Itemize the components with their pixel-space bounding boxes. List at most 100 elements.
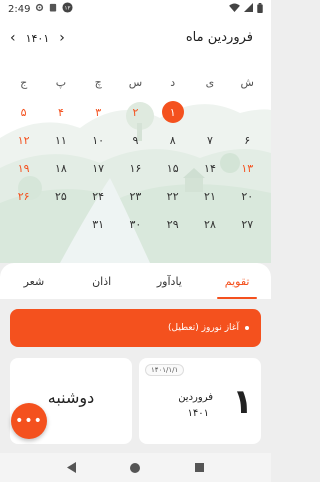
weekday-header: پ [55, 75, 67, 89]
calendar-day[interactable]: ۱۶ [117, 154, 154, 182]
calendar-day-number: ۲۴ [92, 189, 105, 203]
calendar-day-number: ۲۰ [241, 189, 254, 203]
calendar-day[interactable]: ۱۵ [154, 154, 191, 182]
status-time: 2:49 [8, 3, 31, 15]
calendar-day[interactable]: ۲۴ [80, 182, 117, 210]
bullet-icon [245, 326, 249, 330]
calendar-day[interactable]: ۶ [229, 126, 266, 154]
chevron-left-icon[interactable]: ‹ [10, 30, 16, 46]
recents-icon[interactable] [189, 458, 209, 478]
weekday-header: د [170, 75, 176, 89]
calendar-day[interactable]: ۲۰ [229, 182, 266, 210]
calendar-day[interactable]: ۲۶ [5, 182, 42, 210]
calendar-day-number: ۱ [161, 101, 184, 123]
tab-1[interactable]: اذان [68, 263, 136, 299]
weekday-header: ج [20, 75, 28, 89]
clipboard-icon [49, 3, 57, 15]
calendar-day[interactable]: ۳۱ [80, 210, 117, 238]
battery-icon [257, 2, 263, 16]
calendar-day-number: ۱۲ [17, 133, 30, 147]
calendar-day[interactable]: ۱۰ [80, 126, 117, 154]
calendar-day-number: ۹ [132, 133, 139, 147]
calendar-day[interactable]: ۲ [117, 98, 154, 126]
calendar-day-number: ۲۸ [204, 217, 216, 231]
month-name: فروردین [178, 392, 213, 403]
calendar-day[interactable]: ۱۴ [191, 154, 228, 182]
calendar-week-row: ۱۹ ۱۸ ۱۷ ۱۶ ۱۵ ۱۴ ۱۳ [5, 154, 266, 182]
date-card[interactable]: ۱۴۰۱/۱/۱ ۱ فروردین ۱۴۰۱ [139, 358, 261, 444]
calendar-day-number: ۴ [57, 105, 64, 119]
calendar-day[interactable]: ۴ [42, 98, 79, 126]
calendar-day[interactable]: ۱۷ [80, 154, 117, 182]
calendar-day-number: ۱۷ [92, 161, 105, 175]
year-label: ۱۴۰۱ [25, 31, 50, 45]
calendar-day[interactable]: ۱۸ [42, 154, 79, 182]
tab-3[interactable]: تقویم [203, 263, 271, 299]
calendar-day[interactable]: ۲۷ [229, 210, 266, 238]
event-card[interactable]: آغاز نوروز (تعطیل) [10, 309, 261, 347]
calendar-empty-cell [191, 98, 228, 126]
calendar-day[interactable]: ۷ [191, 126, 228, 154]
calendar-day-number: ۲۳ [129, 189, 142, 203]
chevron-right-icon[interactable]: › [59, 30, 65, 46]
wifi-icon [229, 3, 240, 15]
calendar-day[interactable]: ۱ [154, 98, 191, 126]
date-chip: ۱۴۰۱/۱/۱ [145, 364, 185, 376]
navigation-bar [0, 453, 271, 482]
calendar-day-number: ۲۹ [166, 217, 179, 231]
calendar-day[interactable]: ۲۵ [42, 182, 79, 210]
calendar-grid: جپچسدیش ۵ ۴ ۳ ۲ ۱ ۱۲ ۱۱ ۱۰ ۹ ۸ ۷ ۶ ۱۹ ۱۸ ۱۷ ۱۶ ۱۵ ۱۴ ۱۳ ۲۶ ۲… [5, 70, 266, 238]
calendar-day-number: ۲ [132, 105, 139, 119]
calendar-empty-cell [229, 98, 266, 126]
calendar-day[interactable]: ۱۹ [5, 154, 42, 182]
calendar-week-row: ۳۱ ۳۰ ۲۹ ۲۸ ۲۷ [5, 210, 266, 238]
settings-icon [35, 3, 44, 15]
calendar-week-row: ۲۶ ۲۵ ۲۴ ۲۳ ۲۲ ۲۱ ۲۰ [5, 182, 266, 210]
month-title[interactable]: فروردین ماه [186, 30, 253, 45]
calendar-day-number: ۲۵ [54, 189, 67, 203]
year-number: ۱۴۰۱ [187, 408, 209, 419]
calendar-day-number: ۱۴ [204, 161, 216, 175]
signal-icon [244, 3, 253, 15]
calendar-day-number: ۳۰ [129, 217, 142, 231]
calendar-day[interactable]: ۸ [154, 126, 191, 154]
svg-text:۱۲: ۱۲ [65, 6, 71, 12]
weekday-header: ی [205, 75, 215, 89]
status-bar: 2:49 ۱۲ [0, 0, 271, 18]
calendar-panel: ‹ ۱۴۰۱ › فروردین ماه جپچسدیش ۵ ۴ ۳ ۲ ۱ ۱۲ ۱۱ ۱۰… [0, 18, 271, 263]
calendar-day[interactable]: ۲۱ [191, 182, 228, 210]
big-day-number: ۱ [232, 382, 253, 422]
back-icon[interactable] [62, 458, 82, 478]
calendar-day-number: ۱۸ [54, 161, 67, 175]
calendar-day-number: ۱۰ [92, 133, 105, 147]
calendar-week-row: ۱۲ ۱۱ ۱۰ ۹ ۸ ۷ ۶ [5, 126, 266, 154]
calendar-day-number: ۷ [207, 133, 213, 147]
more-options-button[interactable]: ••• [11, 403, 47, 439]
tab-2[interactable]: یادآور [136, 263, 204, 299]
tab-0[interactable]: شعر [0, 263, 68, 299]
calendar-day[interactable]: ۲۳ [117, 182, 154, 210]
calendar-empty-cell [42, 210, 79, 238]
home-icon[interactable] [125, 458, 145, 478]
calendar-day[interactable]: ۱۳ [229, 154, 266, 182]
year-navigation: ‹ ۱۴۰۱ › [10, 30, 65, 46]
calendar-day-number: ۱۶ [129, 161, 142, 175]
tab-bar: شعر اذان یادآور تقویم [0, 263, 271, 299]
calendar-day-number: ۱۱ [54, 133, 67, 147]
calendar-day[interactable]: ۲۲ [154, 182, 191, 210]
calendar-day-number: ۳۱ [92, 217, 105, 231]
month-header: ‹ ۱۴۰۱ › فروردین ماه [0, 28, 271, 52]
calendar-day[interactable]: ۱۱ [42, 126, 79, 154]
calendar-day[interactable]: ۹ [117, 126, 154, 154]
calendar-day[interactable]: ۳ [80, 98, 117, 126]
calendar-day-number: ۲۱ [204, 189, 216, 203]
calendar-day[interactable]: ۳۰ [117, 210, 154, 238]
calendar-day[interactable]: ۲۹ [154, 210, 191, 238]
calendar-day[interactable]: ۲۸ [191, 210, 228, 238]
calendar-day[interactable]: ۱۲ [5, 126, 42, 154]
calendar-day-number: ۳ [95, 105, 102, 119]
calendar-week-row: ۵ ۴ ۳ ۲ ۱ [5, 98, 266, 126]
calendar-day-number: ۸ [169, 133, 176, 147]
calendar-day-number: ۱۵ [166, 161, 179, 175]
calendar-day[interactable]: ۵ [5, 98, 42, 126]
